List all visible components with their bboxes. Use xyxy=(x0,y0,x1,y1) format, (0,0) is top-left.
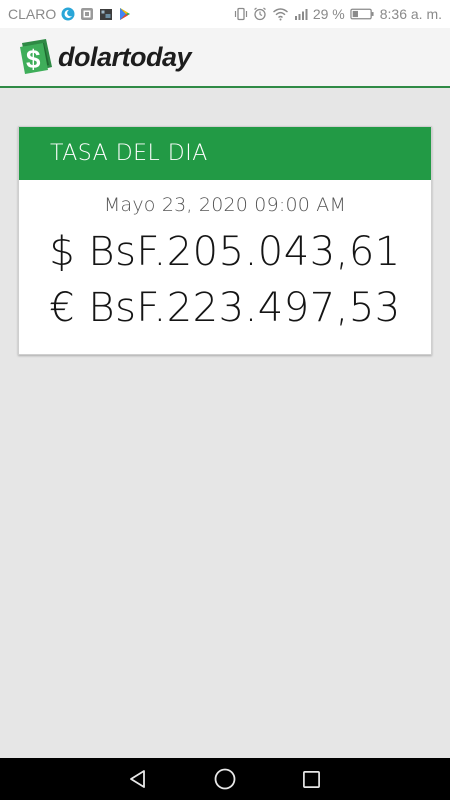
recents-button[interactable] xyxy=(292,759,332,799)
back-triangle-icon xyxy=(130,770,146,788)
wifi-icon xyxy=(272,8,288,21)
vibrate-icon xyxy=(234,7,247,21)
rate-date: Mayo 23, 2020 09:00 AM xyxy=(103,194,347,216)
back-button[interactable] xyxy=(118,759,158,799)
eur-rate: € BsF.223.497,53 xyxy=(49,285,401,331)
status-left: CLARO xyxy=(8,6,132,22)
battery-icon xyxy=(350,8,374,20)
video-app-icon xyxy=(100,9,113,20)
clock-time: 8:36 a. m. xyxy=(379,6,442,22)
battery-percent: 29 % xyxy=(312,6,345,22)
gallery-icon xyxy=(81,8,94,20)
logo-text: dolartoday xyxy=(58,41,192,72)
alarm-icon xyxy=(253,7,266,21)
moon-app-icon xyxy=(61,7,75,21)
usd-rate: $ BsF.205.043,61 xyxy=(49,229,401,275)
card-title: TASA DEL DIA xyxy=(50,141,208,166)
play-store-icon xyxy=(120,8,131,20)
status-right: 29 % 8:36 a. m. xyxy=(234,6,442,22)
rate-card: TASA DEL DIA Mayo 23, 2020 09:00 AM $ Bs… xyxy=(18,126,432,355)
status-bar: CLARO 29 % 8:36 a. m. xyxy=(0,0,450,28)
recents-square-icon xyxy=(303,770,321,788)
app-header: $ dolartoday xyxy=(0,28,450,88)
home-button[interactable] xyxy=(205,759,245,799)
card-body: Mayo 23, 2020 09:00 AM $ BsF.205.043,61 … xyxy=(19,194,431,336)
navigation-bar xyxy=(0,758,450,800)
signal-icon xyxy=(294,9,308,20)
svg-text:$: $ xyxy=(26,44,41,74)
carrier-label: CLARO xyxy=(8,6,57,22)
card-header: TASA DEL DIA xyxy=(19,127,431,180)
dollar-sign-icon: $ xyxy=(20,39,52,74)
dolartoday-logo[interactable]: $ dolartoday xyxy=(16,37,192,77)
home-circle-icon xyxy=(214,768,236,790)
